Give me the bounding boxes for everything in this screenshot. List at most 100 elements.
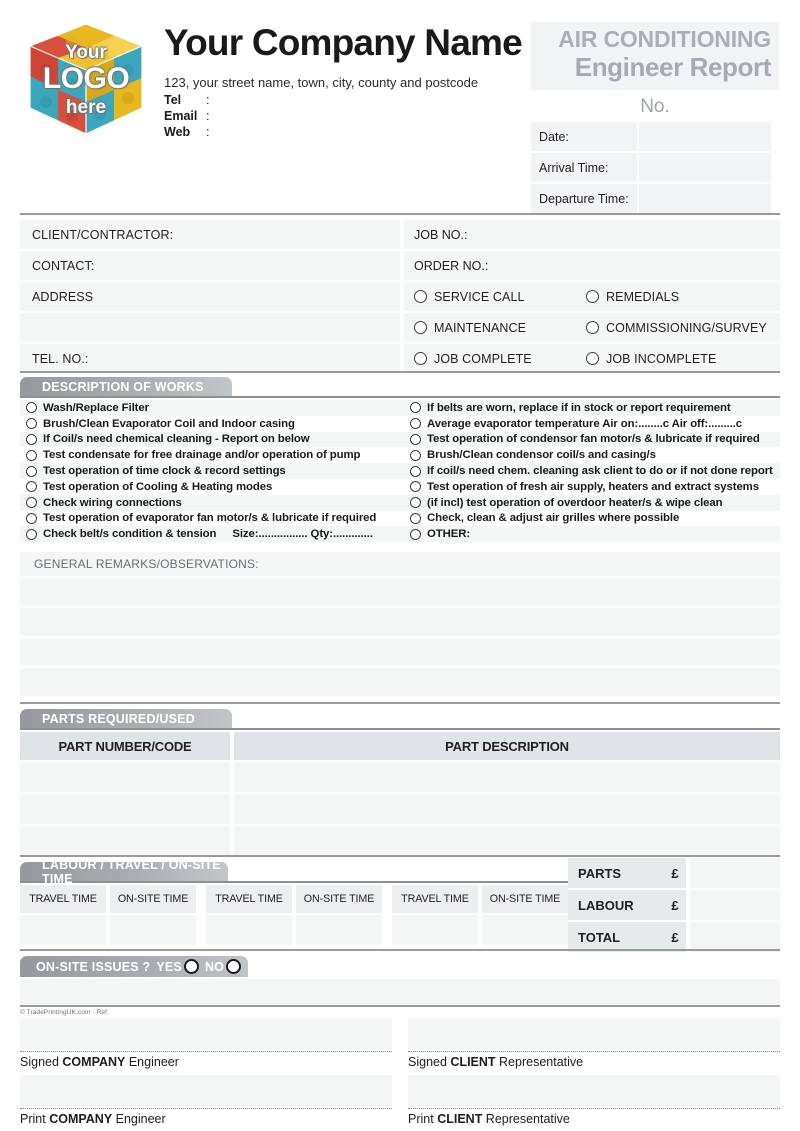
checklist-label: Test operation of fresh air supply, heat… [427, 480, 759, 493]
parts-cell-description-1[interactable] [234, 762, 780, 792]
header-field-input-date[interactable] [639, 122, 771, 151]
parts-cell-description-3[interactable] [234, 826, 780, 856]
checklist-item-left-1[interactable]: Wash/Replace Filter [20, 400, 400, 416]
tab-parts-required-used: PARTS REQUIRED/USED [20, 709, 232, 728]
checklist-item-right-7[interactable]: (if incl) test operation of overdoor hea… [400, 495, 780, 511]
sig-bold: COMPANY [62, 1055, 126, 1069]
checkbox-circle-icon [410, 481, 421, 493]
jobtype-row-1: SERVICE CALL REMEDIALS [404, 282, 780, 311]
company-address: 123, your street name, town, city, count… [164, 75, 479, 90]
input-address-line2[interactable] [20, 313, 400, 342]
parts-cell-description-2[interactable] [234, 794, 780, 824]
checklist-item-right-4[interactable]: Brush/Clean condensor coil/s and casing/… [400, 447, 780, 463]
checklist-row: Brush/Clean Evaporator Coil and Indoor c… [20, 415, 780, 432]
onsite-issues-input[interactable] [20, 979, 780, 1007]
contact-row-email: Email : [164, 108, 216, 124]
group-gap [196, 915, 206, 945]
labour-cell-4[interactable] [295, 915, 383, 945]
checklist-item-left-7[interactable]: Check wiring connections [20, 495, 400, 511]
radio-maintenance[interactable]: MAINTENANCE [414, 321, 586, 335]
checkbox-circle-icon [26, 497, 37, 509]
group-gap [382, 915, 392, 945]
client-row-contact: CONTACT: ORDER NO.: [20, 251, 780, 280]
table-row [20, 794, 780, 824]
checklist-item-left-5[interactable]: Test operation of time clock & record se… [20, 463, 400, 479]
radio-remedials[interactable]: REMEDIALS [586, 290, 679, 304]
jobtype-row-3: JOB COMPLETE JOB INCOMPLETE [404, 344, 780, 373]
parts-section: PARTS REQUIRED/USED [20, 709, 780, 730]
parts-cell-code-2[interactable] [20, 794, 230, 824]
checklist-item-left-9[interactable]: Check belt/s condition & tension Size:..… [20, 526, 400, 542]
radio-job-complete[interactable]: JOB COMPLETE [414, 352, 586, 366]
print-input-company[interactable] [20, 1075, 392, 1107]
radio-label-job-incomplete: JOB INCOMPLETE [606, 351, 717, 366]
onsite-issues-no-label: NO [204, 959, 225, 974]
labour-cell-3[interactable] [205, 915, 293, 945]
label-job-no[interactable]: JOB NO.: [404, 220, 780, 249]
signature-input-company[interactable] [20, 1018, 392, 1050]
signature-input-client[interactable] [408, 1018, 780, 1050]
signature-label-client-print: Print CLIENT Representative [408, 1112, 780, 1126]
sig-bold: COMPANY [49, 1112, 113, 1126]
totals-label-parts: PARTS [568, 858, 664, 888]
checklist-label: Test operation of condensor fan motor/s … [427, 433, 760, 446]
labour-cell-1[interactable] [20, 915, 107, 945]
remarks-input-line-2[interactable] [20, 608, 780, 636]
checklist-row: Wash/Replace Filter If belts are worn, r… [20, 400, 780, 416]
radio-label-maintenance: MAINTENANCE [434, 320, 527, 335]
radio-label-commissioning-survey: COMMISSIONING/SURVEY [606, 320, 767, 335]
checklist-item-left-6[interactable]: Test operation of Cooling & Heating mode… [20, 479, 400, 495]
checklist-label: Brush/Clean condensor coil/s and casing/… [427, 449, 656, 462]
checklist-item-right-6[interactable]: Test operation of fresh air supply, heat… [400, 479, 780, 495]
currency-symbol-total: £ [664, 922, 686, 952]
copyright-notice: © TradePrintingUK.com - Ref: [20, 1009, 109, 1016]
checklist-item-right-3[interactable]: Test operation of condensor fan motor/s … [400, 432, 780, 448]
labour-cell-2[interactable] [110, 915, 197, 945]
checklist-item-right-1[interactable]: If belts are worn, replace if in stock o… [400, 400, 780, 416]
radio-service-call[interactable]: SERVICE CALL [414, 290, 586, 304]
remarks-input-line-1[interactable] [20, 578, 780, 606]
header-field-label-arrival: Arrival Time: [531, 153, 637, 182]
totals-input-parts[interactable] [690, 858, 780, 888]
checklist-item-right-5[interactable]: If coil/s need chem. cleaning ask client… [400, 463, 780, 479]
checklist-row: Test operation of Cooling & Heating mode… [20, 478, 780, 495]
checklist-item-right-8[interactable]: Check, clean & adjust air grilles where … [400, 511, 780, 527]
totals-input-labour[interactable] [690, 890, 780, 920]
belt-size-qty-fields[interactable]: Size:................ Qty:............. [232, 528, 373, 540]
totals-row-labour: LABOUR £ [568, 890, 780, 920]
parts-cell-code-1[interactable] [20, 762, 230, 792]
label-order-no[interactable]: ORDER NO.: [404, 251, 780, 280]
checklist-label: If Coil/s need chemical cleaning - Repor… [43, 433, 310, 446]
remarks-input-line-3[interactable] [20, 638, 780, 666]
remarks-input-line-4[interactable] [20, 668, 780, 696]
radio-onsite-issues-no[interactable] [226, 959, 242, 974]
checklist-item-left-2[interactable]: Brush/Clean Evaporator Coil and Indoor c… [20, 416, 400, 432]
radio-commissioning-survey[interactable]: COMMISSIONING/SURVEY [586, 321, 767, 335]
checkbox-circle-icon [410, 465, 421, 477]
contact-colon-email: : [206, 109, 210, 123]
totals-input-total[interactable] [690, 922, 780, 952]
header-field-input-departure[interactable] [639, 184, 771, 213]
labour-section: LABOUR / TRAVEL / ON-SITE TIME [20, 858, 568, 886]
labour-cell-5[interactable] [391, 915, 478, 945]
checklist-item-right-9[interactable]: OTHER: [400, 526, 780, 542]
contact-colon-web: : [206, 125, 210, 139]
radio-label-remedials: REMEDIALS [606, 289, 680, 304]
radio-onsite-issues-yes[interactable] [183, 959, 199, 974]
header-field-input-arrival[interactable] [639, 153, 771, 182]
signature-dotted-line [408, 1051, 780, 1052]
print-input-client[interactable] [408, 1075, 780, 1107]
signature-dotted-line [408, 1108, 780, 1109]
checklist-item-left-3[interactable]: If Coil/s need chemical cleaning - Repor… [20, 432, 400, 448]
signature-dotted-line [20, 1108, 392, 1109]
parts-cell-code-3[interactable] [20, 826, 230, 856]
checklist-item-left-4[interactable]: Test condensate for free drainage and/or… [20, 447, 400, 463]
labour-cell-6[interactable] [481, 915, 569, 945]
onsite-issues-section: ON-SITE ISSUES ? YES NO [20, 956, 780, 1007]
checkbox-circle-icon [26, 512, 37, 524]
client-row-address-2: MAINTENANCE COMMISSIONING/SURVEY [20, 313, 780, 342]
contact-row-web: Web : [164, 124, 216, 140]
checklist-item-right-2[interactable]: Average evaporator temperature Air on:..… [400, 416, 780, 432]
radio-job-incomplete[interactable]: JOB INCOMPLETE [586, 352, 716, 366]
checklist-item-left-8[interactable]: Test operation of evaporator fan motor/s… [20, 511, 400, 527]
